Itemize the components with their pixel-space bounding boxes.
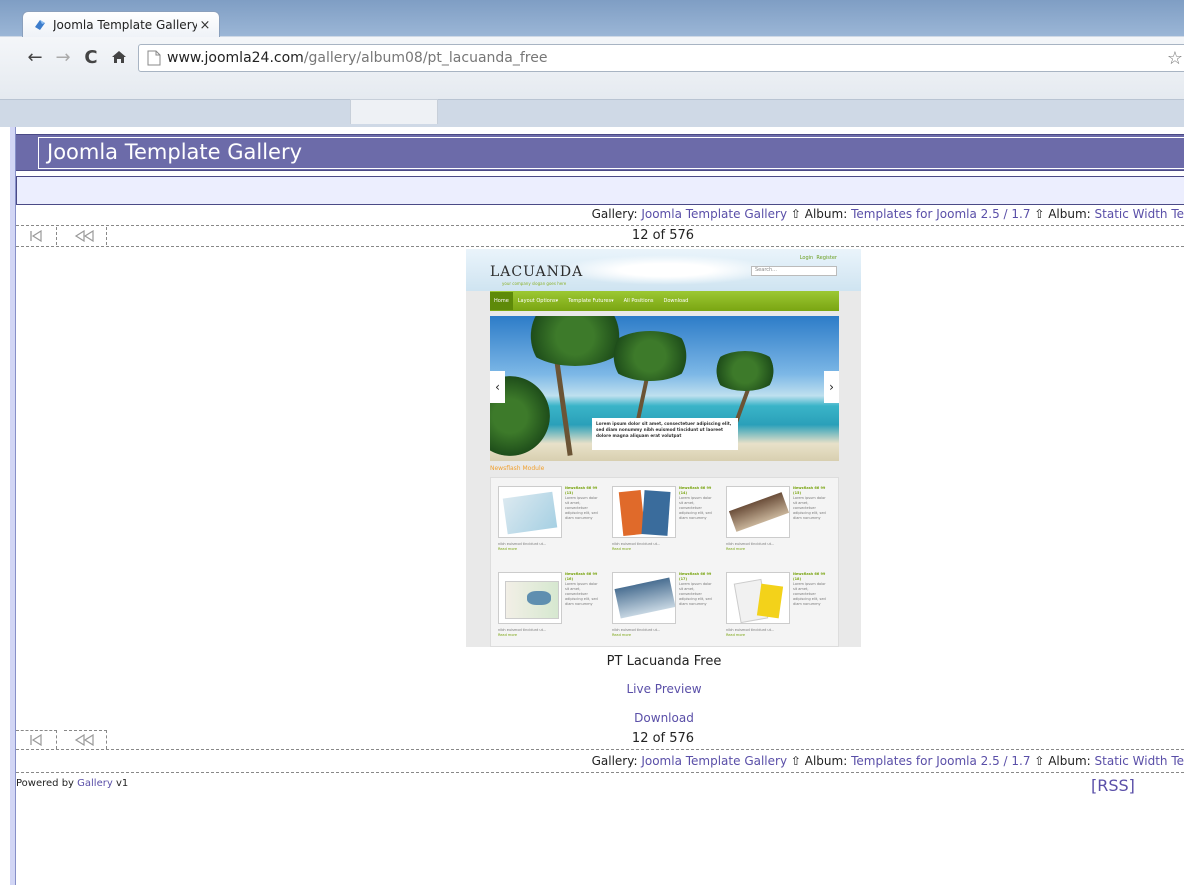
- card-thumbnail: [612, 572, 676, 624]
- newsflash-card: Newsflash 66 99 (14) Lorem ipsum dolor si…: [609, 482, 714, 560]
- newsflash-card: Newsflash 66 99 (13) Lorem ipsum dolor si…: [495, 482, 600, 560]
- card-thumbnail: [498, 486, 562, 538]
- preview-module-title: Newsflash Module: [490, 465, 545, 472]
- preview-newsflash-grid: Newsflash 66 99 (13) Lorem ipsum dolor si…: [490, 477, 839, 647]
- breadcrumb-album-label: Album:: [800, 754, 852, 768]
- preview-menu-item: Download: [663, 298, 689, 304]
- preview-slogan: your company slogan goes here: [502, 281, 567, 286]
- breadcrumb-album2-label: Album:: [1044, 754, 1095, 768]
- card-thumbnail: [612, 486, 676, 538]
- preview-menu-item: Layout Options▾: [517, 298, 559, 304]
- newsflash-card: Newsflash 66 99 (16) Lorem ipsum dolor si…: [495, 568, 600, 646]
- preview-login-links: Login Register: [799, 255, 837, 261]
- breadcrumb-gallery-link[interactable]: Joomla Template Gallery: [641, 754, 787, 768]
- powered-by: Powered by Gallery v1: [16, 778, 128, 789]
- preview-menu-item: Template Futures▾: [568, 298, 614, 304]
- breadcrumb-album-link[interactable]: Templates for Joomla 2.5 / 1.7: [851, 754, 1030, 768]
- home-icon[interactable]: [108, 46, 130, 68]
- browser-toolbar: ← → C www.joomla24.com/gallery/album08/p…: [0, 37, 1184, 124]
- up-arrow-icon: ⇧: [1034, 754, 1045, 768]
- breadcrumb-album-link[interactable]: Templates for Joomla 2.5 / 1.7: [851, 207, 1030, 221]
- card-thumbnail: [726, 486, 790, 538]
- palm-leaves: [605, 331, 695, 381]
- bookmark-bar-item: [350, 99, 438, 124]
- preview-header: LACUANDA your company slogan goes here L…: [466, 249, 861, 291]
- up-arrow-icon: ⇧: [790, 207, 801, 221]
- live-preview-link[interactable]: Live Preview: [0, 682, 1184, 696]
- rss-link[interactable]: [RSS]: [1091, 776, 1135, 795]
- back-arrow-icon[interactable]: ←: [24, 46, 46, 68]
- card-thumbnail: [498, 572, 562, 624]
- joomla-favicon-icon: [32, 17, 48, 33]
- preview-slideshow: ‹ › Lorem ipsum dolor sit amet, consecte…: [490, 316, 839, 461]
- breadcrumb-album2-link[interactable]: Static Width Te: [1095, 754, 1184, 768]
- page-content: Joomla Template Gallery Gallery: Joomla …: [0, 127, 1184, 885]
- slide-caption: Lorem ipsum dolor sit amet, consectetuer…: [592, 418, 738, 450]
- address-bar[interactable]: www.joomla24.com/gallery/album08/pt_lacu…: [138, 44, 1184, 72]
- preview-logo: LACUANDA: [490, 264, 584, 280]
- photo-nav-top: 12 of 576: [16, 226, 1184, 247]
- photo-counter: 12 of 576: [631, 228, 695, 243]
- card-text: Newsflash 66 99 (14) Lorem ipsum dolor si…: [679, 486, 712, 520]
- card-text: Newsflash 66 99 (15) Lorem ipsum dolor si…: [793, 486, 826, 520]
- card-foot: nibh euismod tincidunt ut... Read more: [726, 542, 775, 551]
- newsflash-card: Newsflash 66 99 (17) Lorem ipsum dolor si…: [609, 568, 714, 646]
- card-foot: nibh euismod tincidunt ut... Read more: [726, 628, 775, 637]
- card-text: Newsflash 66 99 (16) Lorem ipsum dolor si…: [565, 572, 598, 606]
- browser-tab[interactable]: Joomla Template Gallery :: ×: [22, 11, 220, 38]
- up-arrow-icon: ⇧: [1034, 207, 1045, 221]
- newsflash-card: Newsflash 66 99 (18) Lorem ipsum dolor si…: [723, 568, 828, 646]
- breadcrumb-gallery-label: Gallery:: [591, 754, 642, 768]
- preview-menu-item: Home: [490, 292, 513, 310]
- up-arrow-icon: ⇧: [790, 754, 801, 768]
- slide-prev-icon: ‹: [490, 371, 505, 403]
- breadcrumb-album2-label: Album:: [1044, 207, 1095, 221]
- url-text: www.joomla24.com/gallery/album08/pt_lacu…: [167, 50, 548, 66]
- breadcrumb: Gallery: Joomla Template Gallery ⇧ Album…: [16, 750, 1184, 773]
- preview-search: Search...: [751, 266, 837, 276]
- breadcrumb: Gallery: Joomla Template Gallery ⇧ Album…: [16, 205, 1184, 226]
- forward-arrow-icon[interactable]: →: [52, 46, 74, 68]
- preview-menu: Home Layout Options▾ Template Futures▾ A…: [490, 291, 839, 311]
- reload-icon[interactable]: C: [80, 46, 102, 68]
- tab-close-icon[interactable]: ×: [197, 18, 213, 33]
- breadcrumb-gallery-label: Gallery:: [591, 207, 642, 221]
- download-link[interactable]: Download: [0, 711, 1184, 725]
- card-foot: nibh euismod tincidunt ut... Read more: [612, 542, 661, 551]
- page-icon: [147, 50, 161, 66]
- breadcrumb-album2-link[interactable]: Static Width Te: [1095, 207, 1184, 221]
- card-foot: nibh euismod tincidunt ut... Read more: [498, 542, 547, 551]
- powered-version: v1: [112, 778, 129, 789]
- palm-leaves: [710, 351, 780, 391]
- slide-next-icon: ›: [824, 371, 839, 403]
- photo-counter: 12 of 576: [631, 731, 695, 746]
- newsflash-card: Newsflash 66 99 (15) Lorem ipsum dolor si…: [723, 482, 828, 560]
- cloud-shape: [556, 255, 776, 285]
- card-text: Newsflash 66 99 (13) Lorem ipsum dolor si…: [565, 486, 598, 520]
- header-title-box: Joomla Template Gallery: [38, 137, 1184, 169]
- gallery-link[interactable]: Gallery: [77, 778, 113, 789]
- template-screenshot[interactable]: LACUANDA your company slogan goes here L…: [466, 249, 861, 647]
- page-title: Joomla Template Gallery: [47, 140, 303, 164]
- item-title: PT Lacuanda Free: [606, 654, 722, 669]
- breadcrumb-gallery-link[interactable]: Joomla Template Gallery: [641, 207, 787, 221]
- star-icon[interactable]: ☆: [1167, 48, 1183, 69]
- card-foot: nibh euismod tincidunt ut... Read more: [612, 628, 661, 637]
- photo-nav-bottom: 12 of 576: [16, 729, 1184, 750]
- powered-prefix: Powered by: [16, 778, 78, 789]
- breadcrumb-album-label: Album:: [800, 207, 852, 221]
- card-text: Newsflash 66 99 (18) Lorem ipsum dolor si…: [793, 572, 826, 606]
- card-foot: nibh euismod tincidunt ut... Read more: [498, 628, 547, 637]
- browser-chrome: Joomla Template Gallery :: × ← → C www.j…: [0, 0, 1184, 127]
- gallery-header: Joomla Template Gallery: [16, 134, 1184, 171]
- header-subbar: [16, 176, 1184, 205]
- preview-menu-item: All Positions: [623, 298, 654, 304]
- card-text: Newsflash 66 99 (17) Lorem ipsum dolor si…: [679, 572, 712, 606]
- card-thumbnail: [726, 572, 790, 624]
- tab-title: Joomla Template Gallery ::: [53, 18, 197, 32]
